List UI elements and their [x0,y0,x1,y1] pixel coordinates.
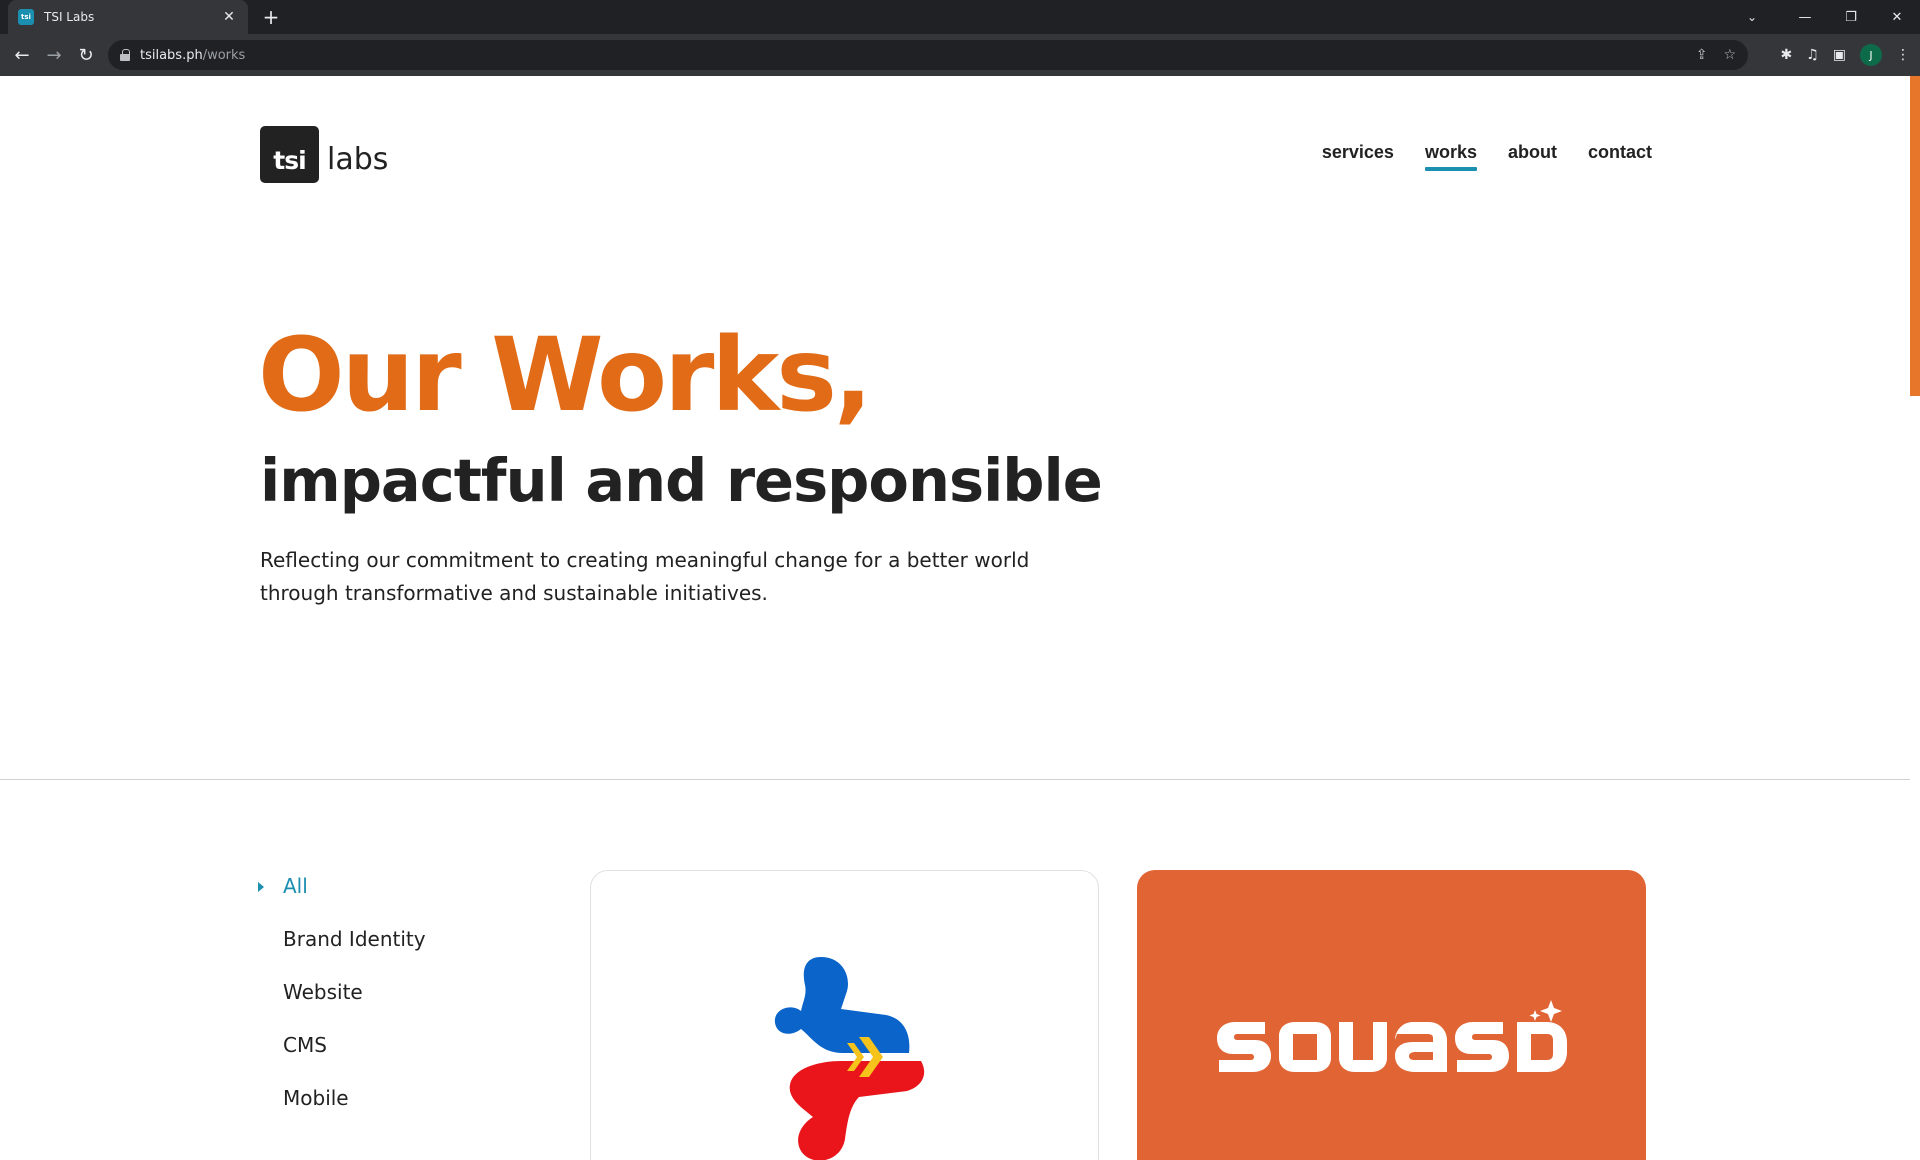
hero-description: Reflecting our commitment to creating me… [260,548,1030,605]
filter-website[interactable]: Website [258,980,426,1033]
category-filter-list: All Brand Identity Website CMS Mobile [258,874,426,1139]
browser-toolbar: ← → ↻ tsilabs.ph/works ⇪ ☆ ✱ ♫ ▣ J ⋮ [0,34,1920,76]
page-scrollbar[interactable] [1910,76,1920,1160]
tab-title: TSI Labs [44,10,95,24]
browser-tab[interactable]: tsi TSI Labs ✕ [8,0,248,34]
page-viewport: tsi labs services works about contact Ou… [0,76,1920,1160]
address-bar[interactable]: tsilabs.ph/works ⇪ ☆ [108,40,1748,70]
new-tab-button[interactable]: + [258,4,284,30]
logo-wordmark: labs [327,142,389,177]
nav-services[interactable]: services [1322,142,1394,167]
filter-all[interactable]: All [258,874,426,927]
filter-cms[interactable]: CMS [258,1033,426,1086]
nav-about[interactable]: about [1508,142,1557,167]
ph-cross-logo-icon [774,957,925,1160]
forward-icon[interactable]: → [40,41,68,69]
squasd-wordmark [1217,1000,1567,1072]
browser-tab-strip: tsi TSI Labs ✕ + ⌄ — ❐ ✕ [0,0,1920,34]
main-nav: services works about contact [1322,142,1652,171]
section-divider [0,779,1910,780]
hero-title: Our Works, [258,316,873,435]
reload-icon[interactable]: ↻ [72,41,100,69]
scrollbar-thumb[interactable] [1910,76,1920,396]
hero-subtitle: impactful and responsible [260,446,1103,515]
lock-icon[interactable] [120,49,130,61]
tab-favicon-icon: tsi [18,9,34,25]
close-window-icon[interactable]: ✕ [1874,0,1920,34]
profile-avatar[interactable]: J [1860,44,1882,66]
nav-works[interactable]: works [1424,142,1478,171]
share-icon[interactable]: ⇪ [1696,47,1708,63]
work-card-2[interactable] [1137,870,1646,1160]
filter-mobile[interactable]: Mobile [258,1086,426,1139]
side-panel-icon[interactable]: ▣ [1833,47,1846,63]
extensions-icon[interactable]: ✱ [1780,47,1792,63]
minimize-icon[interactable]: — [1782,0,1828,34]
work-card-1[interactable] [590,870,1099,1160]
tab-close-icon[interactable]: ✕ [220,9,238,25]
logo-mark: tsi [260,126,319,183]
window-controls: — ❐ ✕ [1782,0,1920,34]
filter-brand-identity[interactable]: Brand Identity [258,927,426,980]
menu-kebab-icon[interactable]: ⋮ [1896,47,1910,63]
url-path: /works [202,47,246,63]
url-host: tsilabs.ph [140,47,203,63]
restore-icon[interactable]: ❐ [1828,0,1874,34]
bookmark-star-icon[interactable]: ☆ [1723,47,1736,63]
nav-contact[interactable]: contact [1588,142,1652,167]
site-logo[interactable]: tsi labs [260,126,388,183]
tab-search-icon[interactable]: ⌄ [1732,0,1772,34]
media-icon[interactable]: ♫ [1806,47,1819,63]
back-icon[interactable]: ← [8,41,36,69]
